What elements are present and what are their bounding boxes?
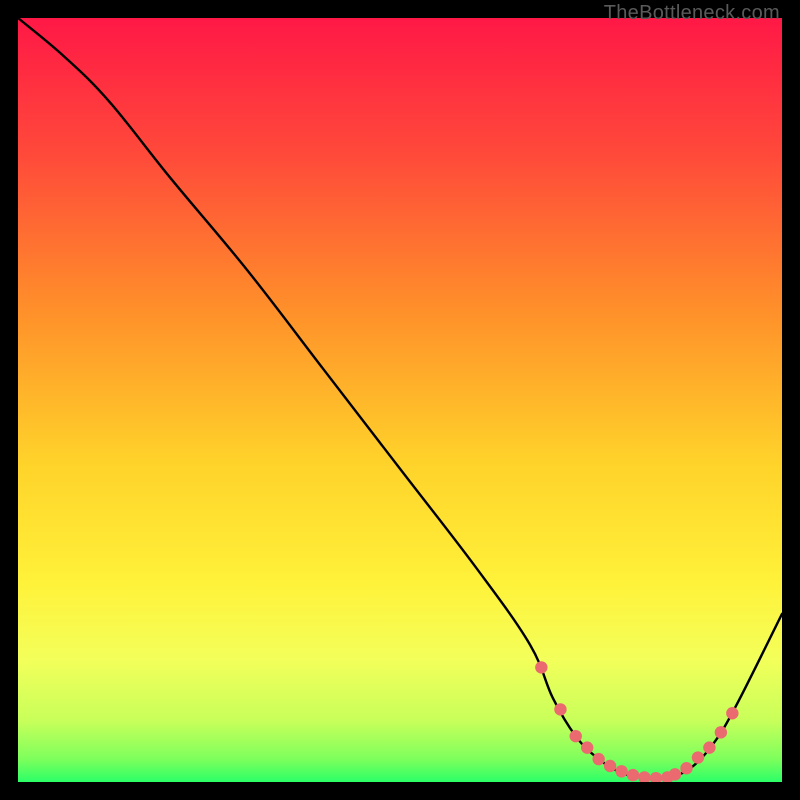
data-marker: [581, 741, 593, 753]
chart-plot: [18, 18, 782, 782]
data-marker: [615, 765, 627, 777]
data-marker: [650, 772, 662, 782]
data-marker: [554, 703, 566, 715]
data-marker: [715, 726, 727, 738]
data-marker: [669, 768, 681, 780]
chart-frame: [18, 18, 782, 782]
data-marker: [604, 760, 616, 772]
data-marker: [627, 769, 639, 781]
data-marker: [692, 751, 704, 763]
data-marker: [535, 661, 547, 673]
data-marker: [570, 730, 582, 742]
attribution-text: TheBottleneck.com: [604, 2, 780, 25]
data-marker: [638, 771, 650, 782]
data-marker: [726, 707, 738, 719]
data-marker: [592, 753, 604, 765]
data-marker: [680, 762, 692, 774]
bottleneck-curve: [18, 18, 782, 778]
data-marker: [703, 741, 715, 753]
